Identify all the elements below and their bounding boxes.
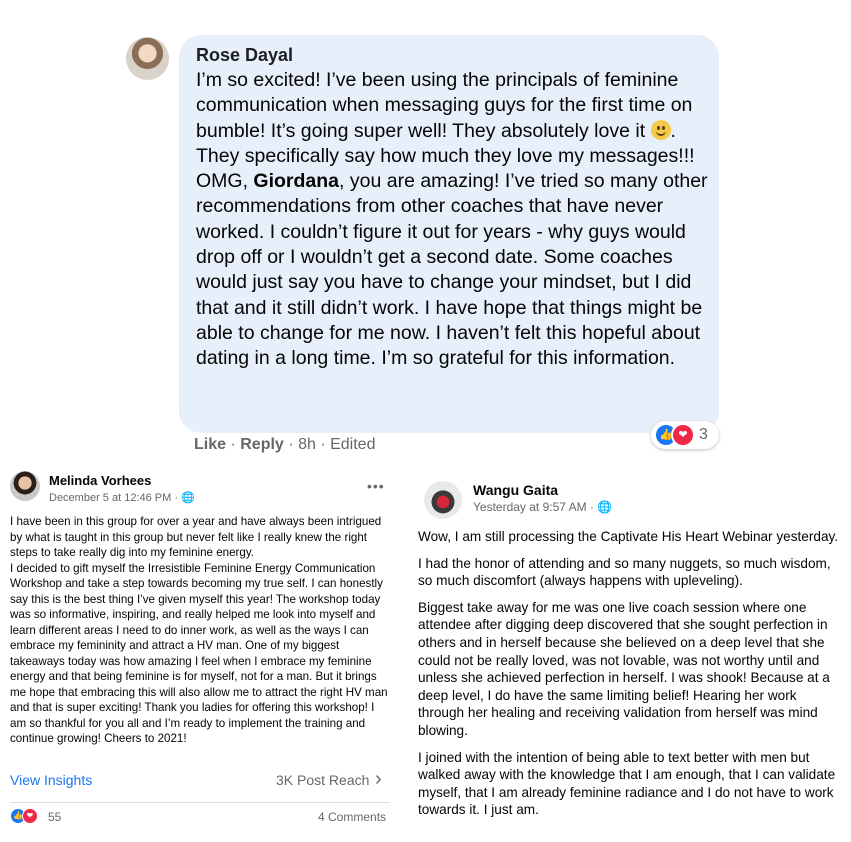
comment-time[interactable]: 8h xyxy=(298,436,316,453)
love-reaction-icon: ❤ xyxy=(22,808,38,824)
avatar[interactable] xyxy=(10,471,40,501)
like-button[interactable]: Like xyxy=(194,436,226,453)
chevron-right-icon[interactable]: › xyxy=(375,768,382,791)
separator: · xyxy=(288,436,294,453)
post-body: Wow, I am still processing the Captivate… xyxy=(418,528,846,828)
post-body-text: I have been in this group for over a yea… xyxy=(10,515,388,745)
reactions-summary[interactable]: 👍 ❤ 3 xyxy=(651,421,719,449)
post-paragraph: Biggest take away for me was one live co… xyxy=(418,599,830,738)
smiling-face-emoji-icon xyxy=(650,119,671,140)
post-paragraph: I joined with the intention of being abl… xyxy=(418,749,836,818)
globe-icon: 🌐 xyxy=(181,492,195,504)
comment-author[interactable]: Rose Dayal xyxy=(196,45,293,66)
post-date[interactable]: Yesterday at 9:57 AM xyxy=(473,500,587,514)
divider xyxy=(10,802,390,803)
reaction-count[interactable]: 55 xyxy=(48,810,61,824)
reply-button[interactable]: Reply xyxy=(240,436,284,453)
separator: · xyxy=(230,436,236,453)
globe-icon: 🌐 xyxy=(597,500,613,514)
post-meta: December 5 at 12:46 PM · 🌐 xyxy=(49,492,195,504)
avatar[interactable] xyxy=(424,481,462,519)
reactions-summary[interactable]: 👍 ❤ xyxy=(10,808,50,826)
comments-count-link[interactable]: 4 Comments xyxy=(318,810,386,824)
post-meta: Yesterday at 9:57 AM · 🌐 xyxy=(473,500,613,514)
edited-label[interactable]: Edited xyxy=(330,436,375,453)
comment-text: I’m so excited! I’ve been using the prin… xyxy=(196,68,716,372)
post-body: I have been in this group for over a yea… xyxy=(10,514,388,747)
separator: · xyxy=(320,436,326,453)
post-author[interactable]: Melinda Vorhees xyxy=(49,473,151,488)
love-reaction-icon: ❤ xyxy=(671,423,695,447)
more-options-button[interactable]: ••• xyxy=(367,478,385,494)
reaction-count: 3 xyxy=(699,426,708,443)
comment-text-part: , you are amazing! I’ve tried so many ot… xyxy=(196,170,708,370)
post-paragraph: I had the honor of attending and so many… xyxy=(418,555,831,589)
view-insights-link[interactable]: View Insights xyxy=(10,772,92,788)
post-reach[interactable]: 3K Post Reach xyxy=(276,772,369,788)
post-paragraph: Wow, I am still processing the Captivate… xyxy=(418,529,839,544)
mention-link[interactable]: Giordana xyxy=(253,170,339,192)
post-date[interactable]: December 5 at 12:46 PM xyxy=(49,492,171,504)
comment-text-part: I’m so excited! I’ve been using the prin… xyxy=(196,69,693,142)
comment-actions: Like · Reply · 8h · Edited xyxy=(194,436,375,454)
post-author[interactable]: Wangu Gaita xyxy=(473,482,558,498)
avatar[interactable] xyxy=(126,37,169,80)
